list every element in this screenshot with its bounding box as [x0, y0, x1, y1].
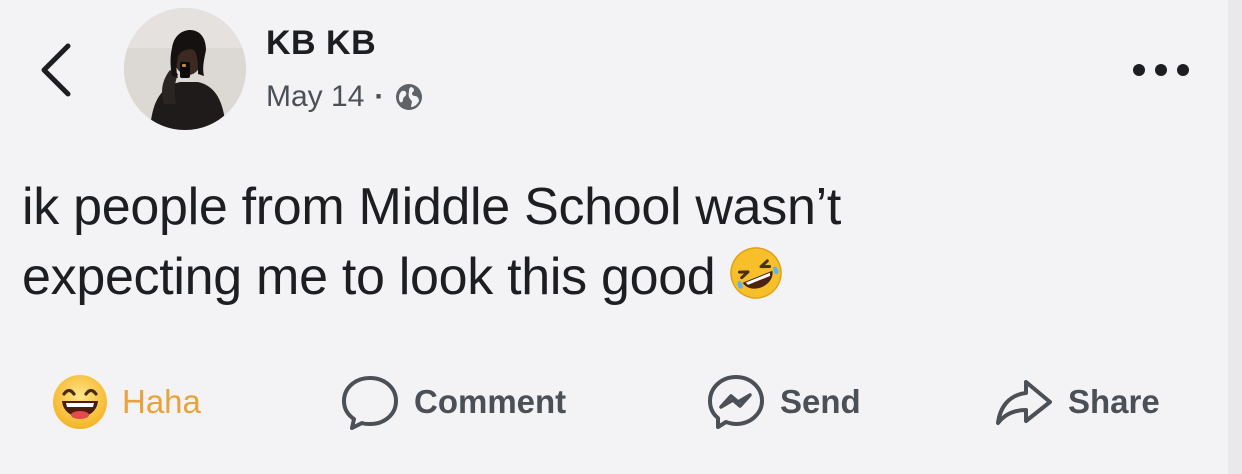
back-chevron-icon [41, 43, 71, 97]
haha-label: Haha [122, 383, 201, 420]
messenger-icon [708, 375, 764, 429]
more-dots-icon [1133, 64, 1189, 76]
screen-edge [1228, 0, 1242, 474]
haha-reaction-icon [53, 375, 107, 429]
post-text-line-2: expecting me to look this good [22, 248, 716, 306]
haha-reaction-button[interactable]: Haha [50, 362, 201, 442]
meta-separator: · [374, 80, 385, 113]
profile-photo [124, 8, 246, 130]
comment-button[interactable]: Comment [338, 362, 566, 442]
rolling-laughing-emoji-icon [730, 247, 783, 299]
post-screen: KB KB May 14 · ik people from Middle Sch… [0, 0, 1242, 474]
author-name[interactable]: KB KB [266, 24, 376, 63]
post-date[interactable]: May 14 [266, 80, 364, 114]
back-button[interactable] [30, 38, 82, 102]
post-text-line-2-wrap: expecting me to look this good [22, 242, 1142, 312]
post-meta: May 14 · [266, 80, 424, 114]
comment-label: Comment [414, 383, 567, 420]
comment-bubble-icon [342, 376, 398, 430]
globe-icon [396, 84, 423, 110]
post-text: ik people from Middle School wasn’t expe… [22, 172, 1142, 312]
send-label: Send [780, 383, 861, 420]
send-button[interactable]: Send [704, 362, 861, 442]
post-action-bar: Haha Comment Send Share [0, 362, 1228, 442]
share-label: Share [1068, 383, 1160, 420]
avatar[interactable] [124, 8, 246, 130]
share-button[interactable]: Share [992, 362, 1160, 442]
post-text-line-1: ik people from Middle School wasn’t [22, 178, 842, 236]
share-arrow-icon [996, 380, 1052, 425]
more-options-button[interactable] [1126, 52, 1196, 88]
